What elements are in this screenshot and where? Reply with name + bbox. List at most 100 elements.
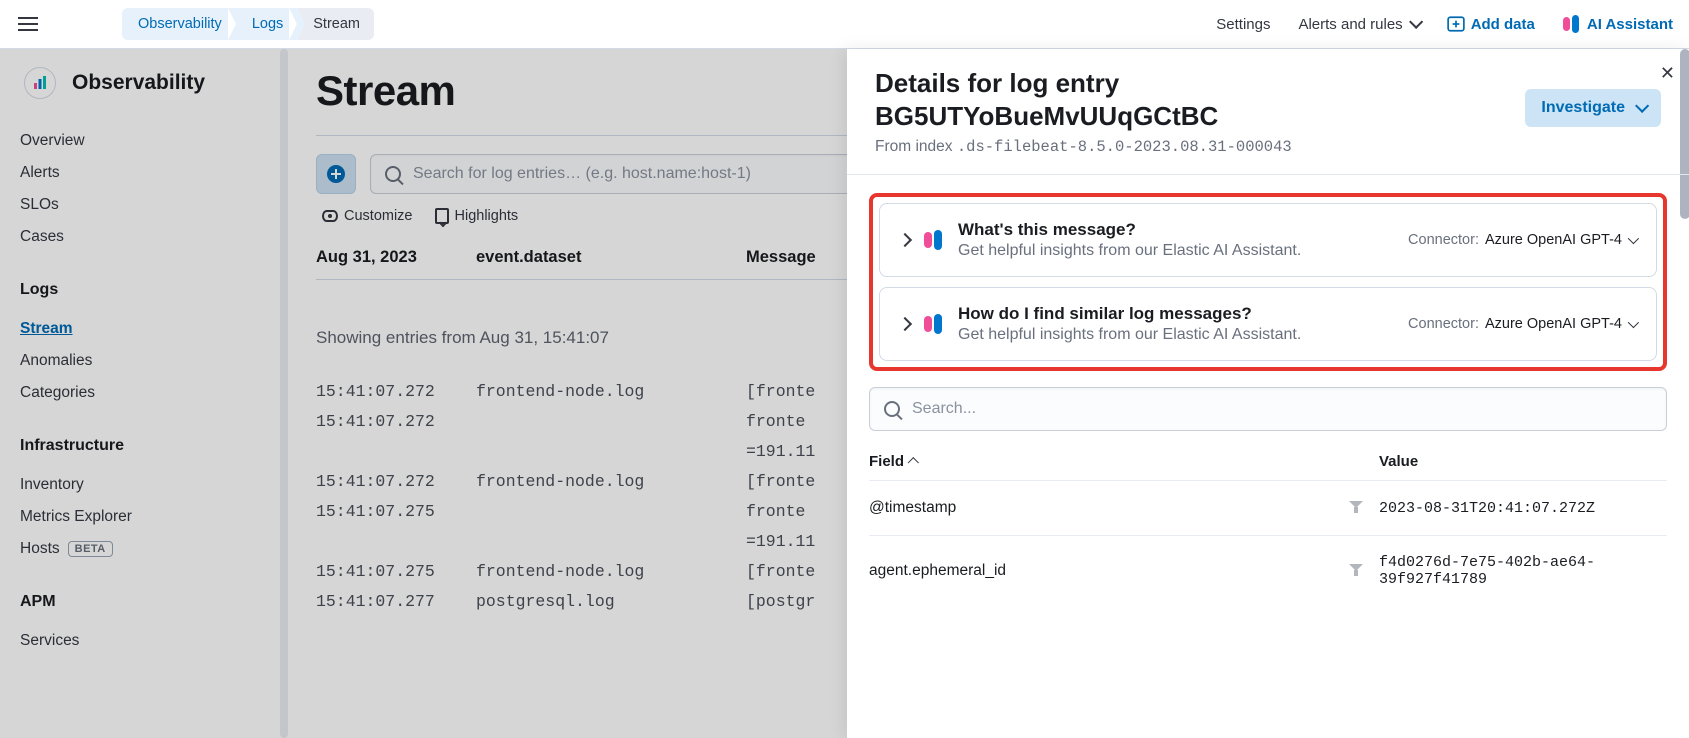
- field-row[interactable]: agent.ephemeral_idf4d0276d-7e75-402b-ae6…: [869, 535, 1667, 606]
- ai-card-whats-this[interactable]: What's this message? Get helpful insight…: [879, 203, 1657, 277]
- ai-assistant-icon: [924, 314, 944, 334]
- connector-value: Azure OpenAI GPT-4: [1485, 232, 1622, 248]
- flyout-title-prefix: Details for log entry: [875, 68, 1119, 98]
- eye-icon: [322, 210, 338, 222]
- sidebar-item-overview[interactable]: Overview: [20, 125, 268, 157]
- sidebar-title: Observability: [72, 71, 205, 95]
- col-message[interactable]: Message: [746, 248, 816, 267]
- connector-select[interactable]: Connector: Azure OpenAI GPT-4: [1408, 316, 1636, 332]
- field-row[interactable]: @timestamp2023-08-31T20:41:07.272Z: [869, 480, 1667, 535]
- alerts-rules-label: Alerts and rules: [1298, 16, 1402, 33]
- filter-icon[interactable]: [1349, 501, 1363, 515]
- ai-card-subtitle: Get helpful insights from our Elastic AI…: [958, 242, 1394, 260]
- breadcrumb-logs[interactable]: Logs: [236, 8, 297, 40]
- header-left: Observability Logs Stream: [16, 8, 374, 40]
- flyout-title-id: BG5UTYoBueMvUUqGCtBC: [875, 101, 1218, 131]
- field-value: f4d0276d-7e75-402b-ae64-39f927f41789: [1379, 554, 1667, 588]
- beta-badge: BETA: [68, 541, 113, 557]
- sidebar-item-inventory[interactable]: Inventory: [20, 469, 268, 501]
- value-column-header[interactable]: Value: [1379, 453, 1667, 470]
- field-table: Field Value @timestamp2023-08-31T20:41:0…: [869, 453, 1667, 606]
- ai-card-question: What's this message?: [958, 220, 1394, 240]
- header-right: Settings Alerts and rules Add data AI As…: [1216, 15, 1673, 33]
- alerts-rules-dropdown[interactable]: Alerts and rules: [1298, 16, 1418, 33]
- ai-card-question: How do I find similar log messages?: [958, 304, 1394, 324]
- close-flyout-button[interactable]: ✕: [1660, 63, 1675, 84]
- sidebar-item-hosts[interactable]: Hosts BETA: [20, 533, 268, 565]
- hamburger-menu-icon[interactable]: [16, 12, 40, 36]
- ai-card-similar[interactable]: How do I find similar log messages? Get …: [879, 287, 1657, 361]
- highlights-label: Highlights: [455, 208, 519, 224]
- chevron-down-icon: [1635, 99, 1649, 113]
- sidebar-item-services[interactable]: Services: [20, 625, 268, 657]
- ai-insight-callout: What's this message? Get helpful insight…: [869, 193, 1667, 371]
- field-column-header[interactable]: Field: [869, 453, 1379, 470]
- log-dataset: [476, 408, 746, 436]
- log-dataset: frontend-node.log: [476, 558, 746, 586]
- chevron-down-icon: [1628, 317, 1639, 328]
- log-details-flyout: Details for log entry BG5UTYoBueMvUUqGCt…: [847, 49, 1689, 738]
- add-data-label: Add data: [1471, 16, 1535, 33]
- sidebar-item-metrics-explorer[interactable]: Metrics Explorer: [20, 501, 268, 533]
- field-head-label: Field: [869, 453, 904, 470]
- ai-card-subtitle: Get helpful insights from our Elastic AI…: [958, 326, 1394, 344]
- highlight-icon: [435, 208, 449, 224]
- sidebar-item-categories[interactable]: Categories: [20, 377, 268, 409]
- add-data-link[interactable]: Add data: [1447, 15, 1535, 33]
- log-time: 15:41:07.277: [316, 588, 476, 616]
- ai-assistant-icon: [924, 230, 944, 250]
- log-time: 15:41:07.272: [316, 468, 476, 496]
- ai-assistant-link[interactable]: AI Assistant: [1563, 15, 1673, 33]
- ai-assistant-icon: [1563, 15, 1581, 33]
- sidebar-item-alerts[interactable]: Alerts: [20, 157, 268, 189]
- sidebar-head-infra: Infrastructure: [20, 437, 268, 455]
- log-dataset: frontend-node.log: [476, 468, 746, 496]
- log-time: [316, 528, 476, 556]
- sidebar-item-cases[interactable]: Cases: [20, 221, 268, 253]
- add-filter-button[interactable]: [316, 154, 356, 194]
- log-time: 15:41:07.272: [316, 408, 476, 436]
- chevron-down-icon: [1409, 15, 1423, 29]
- observability-logo-icon: [24, 67, 56, 99]
- col-time[interactable]: Aug 31, 2023: [316, 248, 476, 267]
- filter-icon[interactable]: [1349, 564, 1363, 578]
- sidebar-item-slos[interactable]: SLOs: [20, 189, 268, 221]
- flyout-title: Details for log entry BG5UTYoBueMvUUqGCt…: [875, 67, 1292, 132]
- connector-value: Azure OpenAI GPT-4: [1485, 316, 1622, 332]
- chevron-down-icon: [1628, 233, 1639, 244]
- log-dataset: postgresql.log: [476, 588, 746, 616]
- ai-assistant-label: AI Assistant: [1587, 16, 1673, 33]
- breadcrumb-stream: Stream: [297, 8, 374, 40]
- connector-select[interactable]: Connector: Azure OpenAI GPT-4: [1408, 232, 1636, 248]
- connector-label: Connector:: [1408, 232, 1479, 248]
- field-name: @timestamp: [869, 499, 1379, 517]
- sidebar-head-apm: APM: [20, 593, 268, 611]
- investigate-button[interactable]: Investigate: [1525, 89, 1661, 127]
- chevron-right-icon: [898, 317, 912, 331]
- log-time: [316, 438, 476, 466]
- field-search-box[interactable]: [869, 387, 1667, 431]
- sidebar-title-row: Observability: [20, 67, 268, 99]
- log-dataset: [476, 498, 746, 526]
- breadcrumb-observability[interactable]: Observability: [122, 8, 236, 40]
- customize-button[interactable]: Customize: [322, 208, 413, 224]
- flyout-subtitle: From index .ds-filebeat-8.5.0-2023.08.31…: [875, 138, 1292, 156]
- log-dataset: [476, 438, 746, 466]
- log-time: 15:41:07.272: [316, 378, 476, 406]
- field-search-input[interactable]: [912, 400, 1652, 418]
- highlights-button[interactable]: Highlights: [435, 208, 519, 224]
- search-icon: [385, 166, 401, 182]
- flyout-index-prefix: From index: [875, 138, 957, 155]
- settings-link[interactable]: Settings: [1216, 16, 1270, 33]
- flyout-index: .ds-filebeat-8.5.0-2023.08.31-000043: [957, 138, 1292, 156]
- log-dataset: [476, 528, 746, 556]
- plus-icon: [327, 165, 345, 183]
- col-dataset[interactable]: event.dataset: [476, 248, 746, 267]
- breadcrumb: Observability Logs Stream: [122, 8, 374, 40]
- sidebar-item-stream[interactable]: Stream: [20, 313, 268, 345]
- sidebar-item-anomalies[interactable]: Anomalies: [20, 345, 268, 377]
- log-time: 15:41:07.275: [316, 498, 476, 526]
- customize-label: Customize: [344, 208, 413, 224]
- sort-asc-icon: [908, 457, 919, 468]
- connector-label: Connector:: [1408, 316, 1479, 332]
